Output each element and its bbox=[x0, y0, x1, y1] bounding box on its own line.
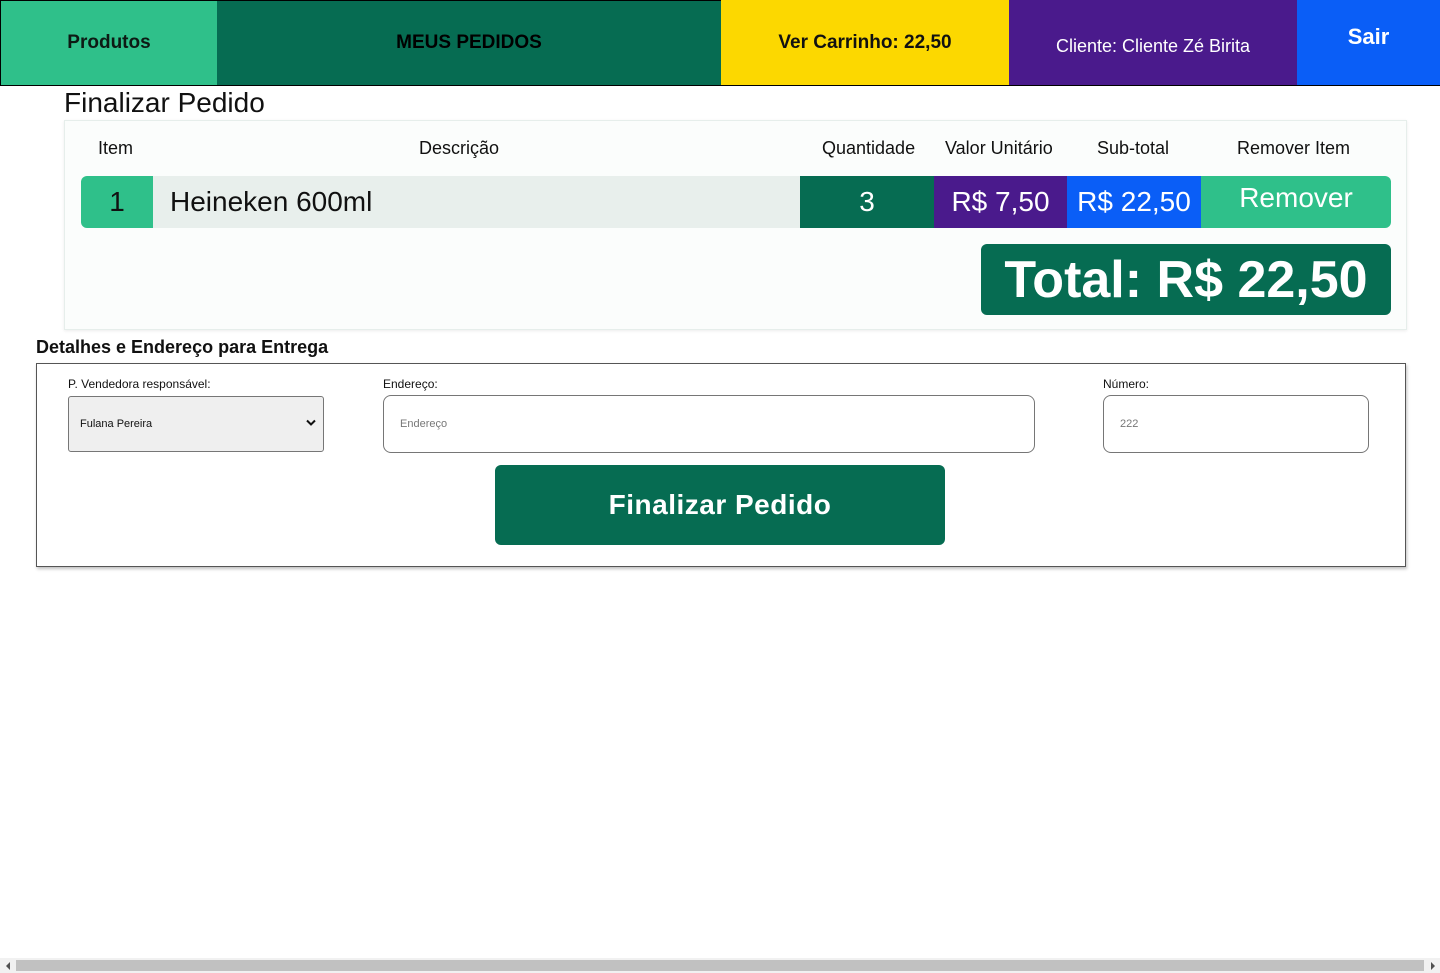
cell-sub-total: R$ 22,50 bbox=[1067, 176, 1201, 228]
header-sub-total: Sub-total bbox=[1097, 138, 1170, 158]
header-item: Item bbox=[98, 138, 134, 158]
header-quantidade: Quantidade bbox=[822, 138, 916, 158]
table-row: 1 Heineken 600ml 3 R$ 7,50 R$ 22,50 Remo… bbox=[81, 176, 1391, 228]
numero-input[interactable]: 222 bbox=[1103, 395, 1369, 453]
endereco-input[interactable]: Endereço bbox=[383, 395, 1035, 453]
endereco-label: Endereço: bbox=[383, 377, 438, 391]
arrow-right-icon[interactable] bbox=[1425, 958, 1440, 973]
nav-meus-pedidos[interactable]: MEUS PEDIDOS bbox=[217, 0, 721, 85]
finalizar-pedido-button[interactable]: Finalizar Pedido bbox=[495, 465, 945, 545]
arrow-left-icon[interactable] bbox=[0, 958, 15, 973]
vendedora-label: P. Vendedora responsável: bbox=[68, 377, 211, 391]
page-title: Finalizar Pedido bbox=[64, 87, 265, 118]
order-card: Item Descrição Quantidade Valor Unitário… bbox=[64, 120, 1407, 330]
vendedora-selected-value: Fulana Pereira bbox=[80, 418, 153, 430]
header-valor-unitario: Valor Unitário bbox=[945, 138, 1053, 158]
cell-descricao: Heineken 600ml bbox=[153, 176, 800, 228]
cell-quantidade: 3 bbox=[800, 176, 934, 228]
remove-item-button[interactable]: Remover bbox=[1201, 176, 1391, 228]
nav-ver-carrinho[interactable]: Ver Carrinho: 22,50 bbox=[721, 0, 1009, 85]
numero-label: Número: bbox=[1103, 377, 1150, 391]
scrollbar-thumb[interactable] bbox=[16, 960, 1424, 971]
cell-item: 1 bbox=[81, 176, 153, 228]
numero-value: 222 bbox=[1120, 418, 1139, 430]
nav-cliente: Cliente: Cliente Zé Birita bbox=[1009, 0, 1297, 85]
nav-sair-button[interactable]: Sair bbox=[1297, 0, 1440, 85]
vendedora-select[interactable]: Fulana Pereira bbox=[68, 396, 324, 452]
endereco-placeholder: Endereço bbox=[400, 418, 448, 430]
header-remover-item: Remover Item bbox=[1237, 138, 1351, 158]
chevron-down-icon bbox=[306, 419, 316, 426]
top-nav: Produtos MEUS PEDIDOS Ver Carrinho: 22,5… bbox=[0, 0, 1440, 86]
delivery-section-title: Detalhes e Endereço para Entrega bbox=[36, 337, 329, 357]
order-total: Total: R$ 22,50 bbox=[981, 244, 1391, 315]
header-descricao: Descrição bbox=[419, 138, 500, 158]
nav-produtos[interactable]: Produtos bbox=[0, 0, 217, 85]
horizontal-scrollbar[interactable] bbox=[0, 958, 1440, 973]
delivery-form: P. Vendedora responsável: Fulana Pereira… bbox=[36, 363, 1406, 567]
cell-valor-unitario: R$ 7,50 bbox=[934, 176, 1067, 228]
